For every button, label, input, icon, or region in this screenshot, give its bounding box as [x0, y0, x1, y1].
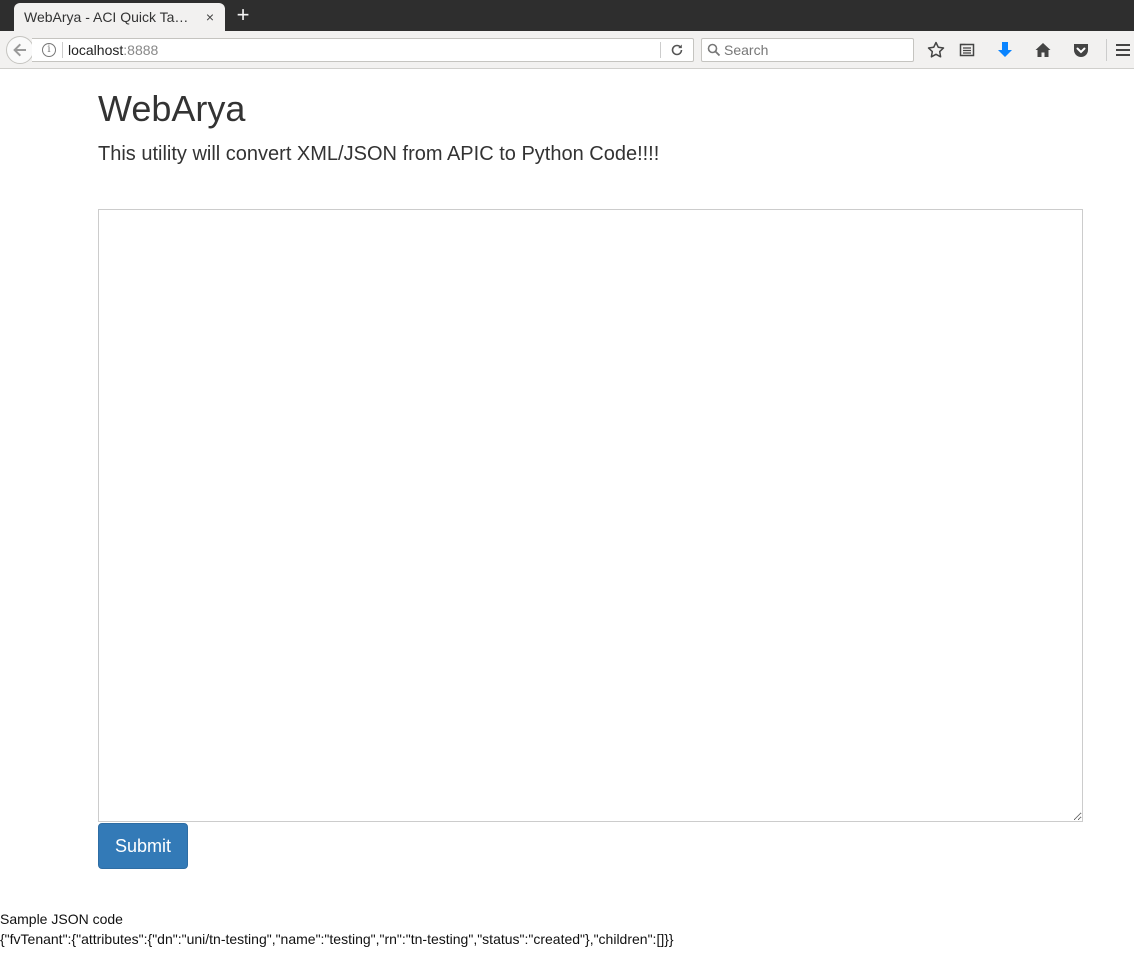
- page-subtitle: This utility will convert XML/JSON from …: [98, 143, 660, 165]
- sample-json-code: {"fvTenant":{"attributes":{"dn":"uni/tn-…: [0, 931, 674, 947]
- code-input-textarea[interactable]: [98, 209, 1083, 822]
- tab-title: WebArya - ACI Quick Ta…: [24, 9, 189, 25]
- url-separator: [62, 42, 63, 58]
- url-host: localhost: [68, 42, 124, 58]
- submit-button[interactable]: Submit: [98, 823, 188, 869]
- url-text[interactable]: localhost:8888: [68, 42, 158, 58]
- url-bar[interactable]: i localhost:8888: [32, 38, 694, 62]
- nav-bar: i localhost:8888: [0, 31, 1134, 69]
- hamburger-menu-icon[interactable]: [1113, 40, 1133, 60]
- back-button[interactable]: [6, 36, 34, 64]
- home-icon[interactable]: [1033, 40, 1053, 60]
- info-icon[interactable]: i: [42, 43, 56, 57]
- back-arrow-icon: [13, 43, 26, 57]
- bookmark-star-icon[interactable]: [926, 40, 946, 60]
- page-title: WebArya: [98, 88, 246, 129]
- search-icon: [707, 43, 721, 57]
- search-bar[interactable]: [701, 38, 914, 62]
- new-tab-button[interactable]: +: [233, 4, 253, 26]
- download-arrow-icon[interactable]: [995, 40, 1015, 60]
- tab-close-icon[interactable]: ×: [203, 10, 217, 24]
- reload-button[interactable]: [668, 41, 686, 59]
- browser-tab[interactable]: WebArya - ACI Quick Ta… ×: [14, 3, 225, 31]
- tab-strip: WebArya - ACI Quick Ta… × +: [0, 0, 1134, 31]
- reading-list-icon[interactable]: [957, 40, 977, 60]
- url-port: :8888: [123, 42, 159, 58]
- sample-json-label: Sample JSON code: [0, 911, 123, 927]
- reload-icon: [671, 44, 683, 56]
- search-input[interactable]: [724, 41, 909, 59]
- reload-separator: [660, 42, 661, 58]
- toolbar-separator: [1106, 39, 1107, 61]
- pocket-icon[interactable]: [1071, 40, 1091, 60]
